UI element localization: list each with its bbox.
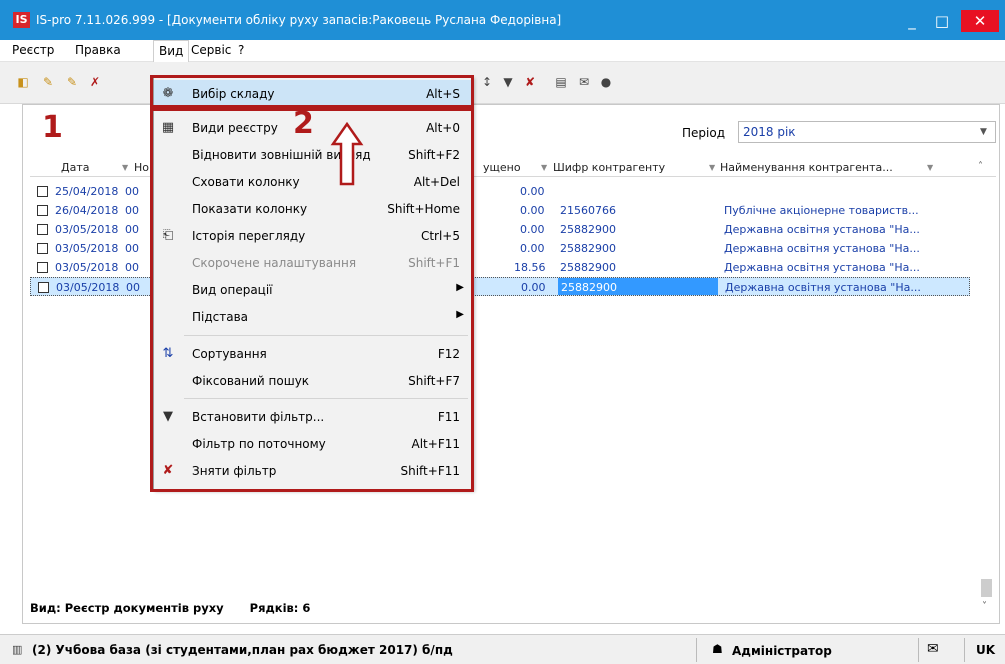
sort-arrow-icon: ▼ [927,163,934,172]
row-count: Рядків: 6 [249,601,311,615]
row-checkbox[interactable] [37,186,48,197]
open-icon[interactable]: ◧ [15,74,31,90]
menu-bar: Реєстр Правка Вид Сервіс ? [0,40,1005,62]
row-date: 03/05/2018 [55,242,119,255]
row-checkbox[interactable] [38,282,49,293]
divider [964,638,965,662]
row-checkbox[interactable] [37,224,48,235]
language-indicator[interactable]: UK [976,643,995,657]
user-name: Адміністратор [732,644,832,658]
edit-icon[interactable]: ✎ [64,74,80,90]
sort-icon[interactable]: ↕ [479,74,495,90]
scroll-thumb[interactable] [981,579,992,597]
row-amount: 0.00 [520,223,545,236]
col-date[interactable]: Дата [61,161,89,174]
col-counterparty-name[interactable]: Найменування контрагента... [720,161,893,174]
sort-arrow-icon: ▼ [541,163,548,172]
window-title: IS-pro 7.11.026.999 - [Документи обліку … [36,13,562,27]
row-number: 00 [125,223,139,236]
row-checkbox[interactable] [37,205,48,216]
menu-help[interactable]: ? [238,43,244,57]
new-icon[interactable]: ✎ [40,74,56,90]
row-checkbox[interactable] [37,243,48,254]
row-amount: 0.00 [520,204,545,217]
menu-view[interactable]: Вид [153,40,190,62]
row-code: 25882900 [558,278,718,295]
period-label: Період [682,126,725,140]
clear-filter-icon[interactable]: ✘ [522,74,538,90]
delete-icon[interactable]: ✗ [87,74,103,90]
row-amount: 18.56 [514,261,546,274]
row-number: 00 [125,242,139,255]
row-code: 25882900 [560,242,616,255]
row-code: 25882900 [560,223,616,236]
chevron-down-icon[interactable]: ▼ [980,127,987,137]
status-bar: ▥ (2) Учбова база (зі студентами,план ра… [0,634,1005,664]
divider [918,638,919,662]
row-code: 21560766 [560,204,616,217]
document-icon[interactable]: ▤ [553,74,569,90]
col-amount[interactable]: ущено [483,161,521,174]
row-number: 00 [125,185,139,198]
row-name: Державна освітня установа "На... [724,223,920,236]
row-number: 00 [125,204,139,217]
sort-arrow-icon: ▼ [122,163,129,172]
row-number: 00 [126,281,140,294]
view-name: Вид: Реєстр документів руху [30,601,224,615]
help-icon[interactable]: ● [598,74,614,90]
menu-service[interactable]: Сервіс [191,43,231,57]
period-value: 2018 рік [743,125,796,139]
row-name: Публічне акціонерне товариств... [724,204,919,217]
mail-icon[interactable]: ✉ [576,74,592,90]
row-date: 26/04/2018 [55,204,119,217]
row-code: 25882900 [560,261,616,274]
close-button[interactable]: ✕ [961,10,999,32]
col-number[interactable]: Но [134,161,149,174]
user-icon: ☗ [712,642,723,656]
divider [696,638,697,662]
maximize-button[interactable]: □ [925,10,959,32]
row-name: Державна освітня установа "На... [725,281,921,294]
menu-edit[interactable]: Правка [75,43,121,57]
col-counterparty-code[interactable]: Шифр контрагенту [553,161,665,174]
vertical-scrollbar[interactable]: ˅ [978,177,995,617]
row-checkbox[interactable] [37,262,48,273]
sort-arrow-icon: ▼ [709,163,716,172]
database-name: (2) Учбова база (зі студентами,план рах … [32,643,453,657]
mail-icon[interactable]: ✉ [927,641,939,657]
scroll-down-icon[interactable]: ˅ [982,601,987,612]
row-amount: 0.00 [521,281,546,294]
annotation-step-1: 1 [42,110,63,145]
filter-icon[interactable]: ▼ [500,74,516,90]
row-date: 03/05/2018 [56,281,120,294]
annotation-step-2: 2 [293,106,314,141]
scroll-up-icon[interactable]: ˄ [978,161,983,172]
annotation-highlight-box [150,75,474,108]
annotation-arrow-up-icon [330,122,364,186]
row-date: 25/04/2018 [55,185,119,198]
row-date: 03/05/2018 [55,261,119,274]
row-name: Державна освітня установа "На... [724,242,920,255]
annotation-highlight-box [150,108,474,492]
app-logo: IS [13,12,30,28]
database-icon: ▥ [12,643,23,656]
row-amount: 0.00 [520,242,545,255]
row-amount: 0.00 [520,185,545,198]
minimize-button[interactable]: _ [895,10,929,32]
menu-registry[interactable]: Реєстр [12,43,54,57]
row-date: 03/05/2018 [55,223,119,236]
title-bar: IS IS-pro 7.11.026.999 - [Документи облі… [0,0,1005,40]
row-number: 00 [125,261,139,274]
row-name: Державна освітня установа "На... [724,261,920,274]
grid-footer: Вид: Реєстр документів руху Рядків: 6 [30,601,310,615]
